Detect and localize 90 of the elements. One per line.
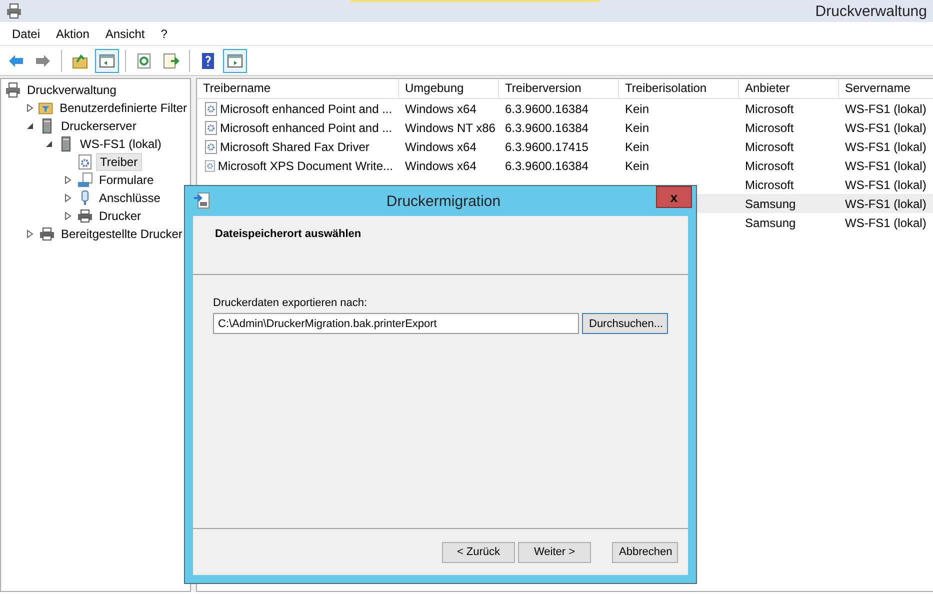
- table-cell: Microsoft enhanced Point and ...: [220, 102, 392, 116]
- table-cell: Windows x64: [405, 158, 476, 172]
- table-row[interactable]: Microsoft enhanced Point and ... Windows NT x86 6.3.9600.16384 Kein Microsoft WS-FS1 (lokal): [197, 118, 933, 137]
- collapsed-arrow-icon[interactable]: [26, 230, 34, 238]
- printer-icon: [39, 226, 55, 242]
- refresh-icon: [135, 52, 153, 70]
- tree-item[interactable]: Bereitgestellte Drucker: [58, 226, 186, 242]
- expanded-arrow-icon[interactable]: [45, 140, 53, 148]
- table-row[interactable]: Microsoft XPS Document Write... Windows x64 6.3.9600.16384 Kein Microsoft WS-FS1 (lokal): [197, 156, 933, 175]
- table-cell: Microsoft: [745, 102, 794, 116]
- table-cell: WS-FS1 (lokal): [845, 120, 926, 134]
- table-cell: Windows x64: [405, 102, 476, 116]
- console-tree-button[interactable]: [95, 48, 119, 72]
- folder-up-icon: [71, 52, 89, 70]
- table-cell: Samsung: [745, 196, 796, 210]
- table-cell: 6.3.9600.17415: [505, 140, 588, 154]
- next-button[interactable]: Weiter >: [518, 542, 591, 562]
- export-list-icon: [162, 52, 180, 70]
- gear-page-icon: [77, 154, 93, 170]
- table-cell: Microsoft: [745, 120, 794, 134]
- gear-page-icon: [205, 102, 217, 116]
- menu-item[interactable]: Datei: [4, 26, 48, 40]
- menu-item[interactable]: Aktion: [48, 26, 98, 40]
- table-cell: Samsung: [745, 216, 796, 230]
- tree-item[interactable]: Druckverwaltung: [24, 82, 120, 98]
- table-cell: WS-FS1 (lokal): [845, 102, 926, 116]
- table-cell: Windows x64: [405, 140, 476, 154]
- tree-item[interactable]: Formulare: [96, 172, 157, 188]
- browse-button[interactable]: Durchsuchen...: [582, 313, 668, 334]
- step-heading: Dateispeicherort auswählen: [215, 228, 362, 240]
- table-cell: Microsoft: [745, 178, 794, 192]
- menu-item[interactable]: Ansicht: [97, 26, 153, 40]
- table-cell: WS-FS1 (lokal): [845, 140, 926, 154]
- tree-item[interactable]: Anschlüsse: [96, 190, 164, 206]
- printer-icon: [6, 3, 22, 19]
- window-title: Druckverwaltung: [815, 2, 927, 20]
- table-cell: Microsoft enhanced Point and ...: [220, 120, 392, 134]
- table-cell: Kein: [625, 140, 650, 154]
- table-cell: Kein: [625, 102, 650, 116]
- collapsed-arrow-icon[interactable]: [26, 104, 34, 112]
- column-header[interactable]: Treibername: [197, 79, 399, 98]
- table-cell: Microsoft: [745, 158, 794, 172]
- back-button[interactable]: < Zurück: [442, 542, 515, 562]
- tree-item[interactable]: Benutzerdefinierte Filter: [56, 100, 190, 116]
- tree-item[interactable]: Treiber: [96, 153, 142, 171]
- table-row[interactable]: Microsoft Shared Fax Driver Windows x64 6.3.9600.17415 Kein Microsoft WS-FS1 (lokal): [197, 137, 933, 156]
- table-cell: Windows NT x86: [405, 120, 496, 134]
- table-cell: WS-FS1 (lokal): [845, 196, 926, 210]
- table-cell: Kein: [625, 120, 650, 134]
- tree-item[interactable]: Drucker: [96, 208, 144, 224]
- column-header[interactable]: Treiberversion: [499, 79, 619, 98]
- collapsed-arrow-icon[interactable]: [64, 212, 72, 220]
- table-cell: 6.3.9600.16384: [505, 102, 588, 116]
- tree-item[interactable]: WS-FS1 (lokal): [77, 136, 164, 152]
- table-cell: Microsoft XPS Document Write...: [218, 158, 393, 172]
- table-cell: 6.3.9600.16384: [505, 158, 588, 172]
- table-cell: Kein: [625, 158, 650, 172]
- table-cell: WS-FS1 (lokal): [845, 158, 926, 172]
- table-cell: WS-FS1 (lokal): [845, 178, 926, 192]
- tree-item[interactable]: Druckerserver: [58, 118, 140, 134]
- collapsed-arrow-icon[interactable]: [64, 176, 72, 184]
- table-cell: Microsoft Shared Fax Driver: [220, 140, 370, 154]
- table-cell: Microsoft: [745, 140, 794, 154]
- gear-page-icon: [205, 158, 215, 172]
- table-cell: 6.3.9600.16384: [505, 120, 588, 134]
- gear-page-icon: [205, 140, 217, 154]
- column-header[interactable]: Servername: [839, 79, 933, 98]
- action-pane-button[interactable]: [223, 48, 247, 72]
- cancel-button[interactable]: Abbrechen: [612, 542, 678, 562]
- expanded-arrow-icon[interactable]: [26, 122, 34, 130]
- column-header[interactable]: Umgebung: [399, 79, 499, 98]
- form-page-icon: [77, 172, 93, 188]
- printer-icon: [5, 82, 21, 98]
- column-header[interactable]: Anbieter: [739, 79, 839, 98]
- dialog-title: Druckermigration: [385, 192, 502, 210]
- console-tree-icon: [98, 52, 116, 70]
- action-pane-icon: [226, 52, 244, 70]
- column-header[interactable]: Treiberisolation: [619, 79, 739, 98]
- path-field[interactable]: C:\Admin\DruckerMigration.bak.printerExport: [213, 313, 579, 334]
- gear-page-icon: [205, 120, 217, 134]
- printer-migration-icon: [193, 192, 211, 210]
- printer-icon: [77, 208, 93, 224]
- menu-item[interactable]: ?: [152, 26, 176, 40]
- funnel-folder-icon: [38, 100, 54, 116]
- help-icon: [199, 52, 217, 70]
- close-button[interactable]: x: [656, 186, 692, 208]
- collapsed-arrow-icon[interactable]: [64, 194, 72, 202]
- table-cell: WS-FS1 (lokal): [845, 216, 926, 230]
- field-label: Druckerdaten exportieren nach:: [213, 297, 368, 309]
- table-row[interactable]: Microsoft enhanced Point and ... Windows x64 6.3.9600.16384 Kein Microsoft WS-FS1 (lokal): [197, 99, 933, 118]
